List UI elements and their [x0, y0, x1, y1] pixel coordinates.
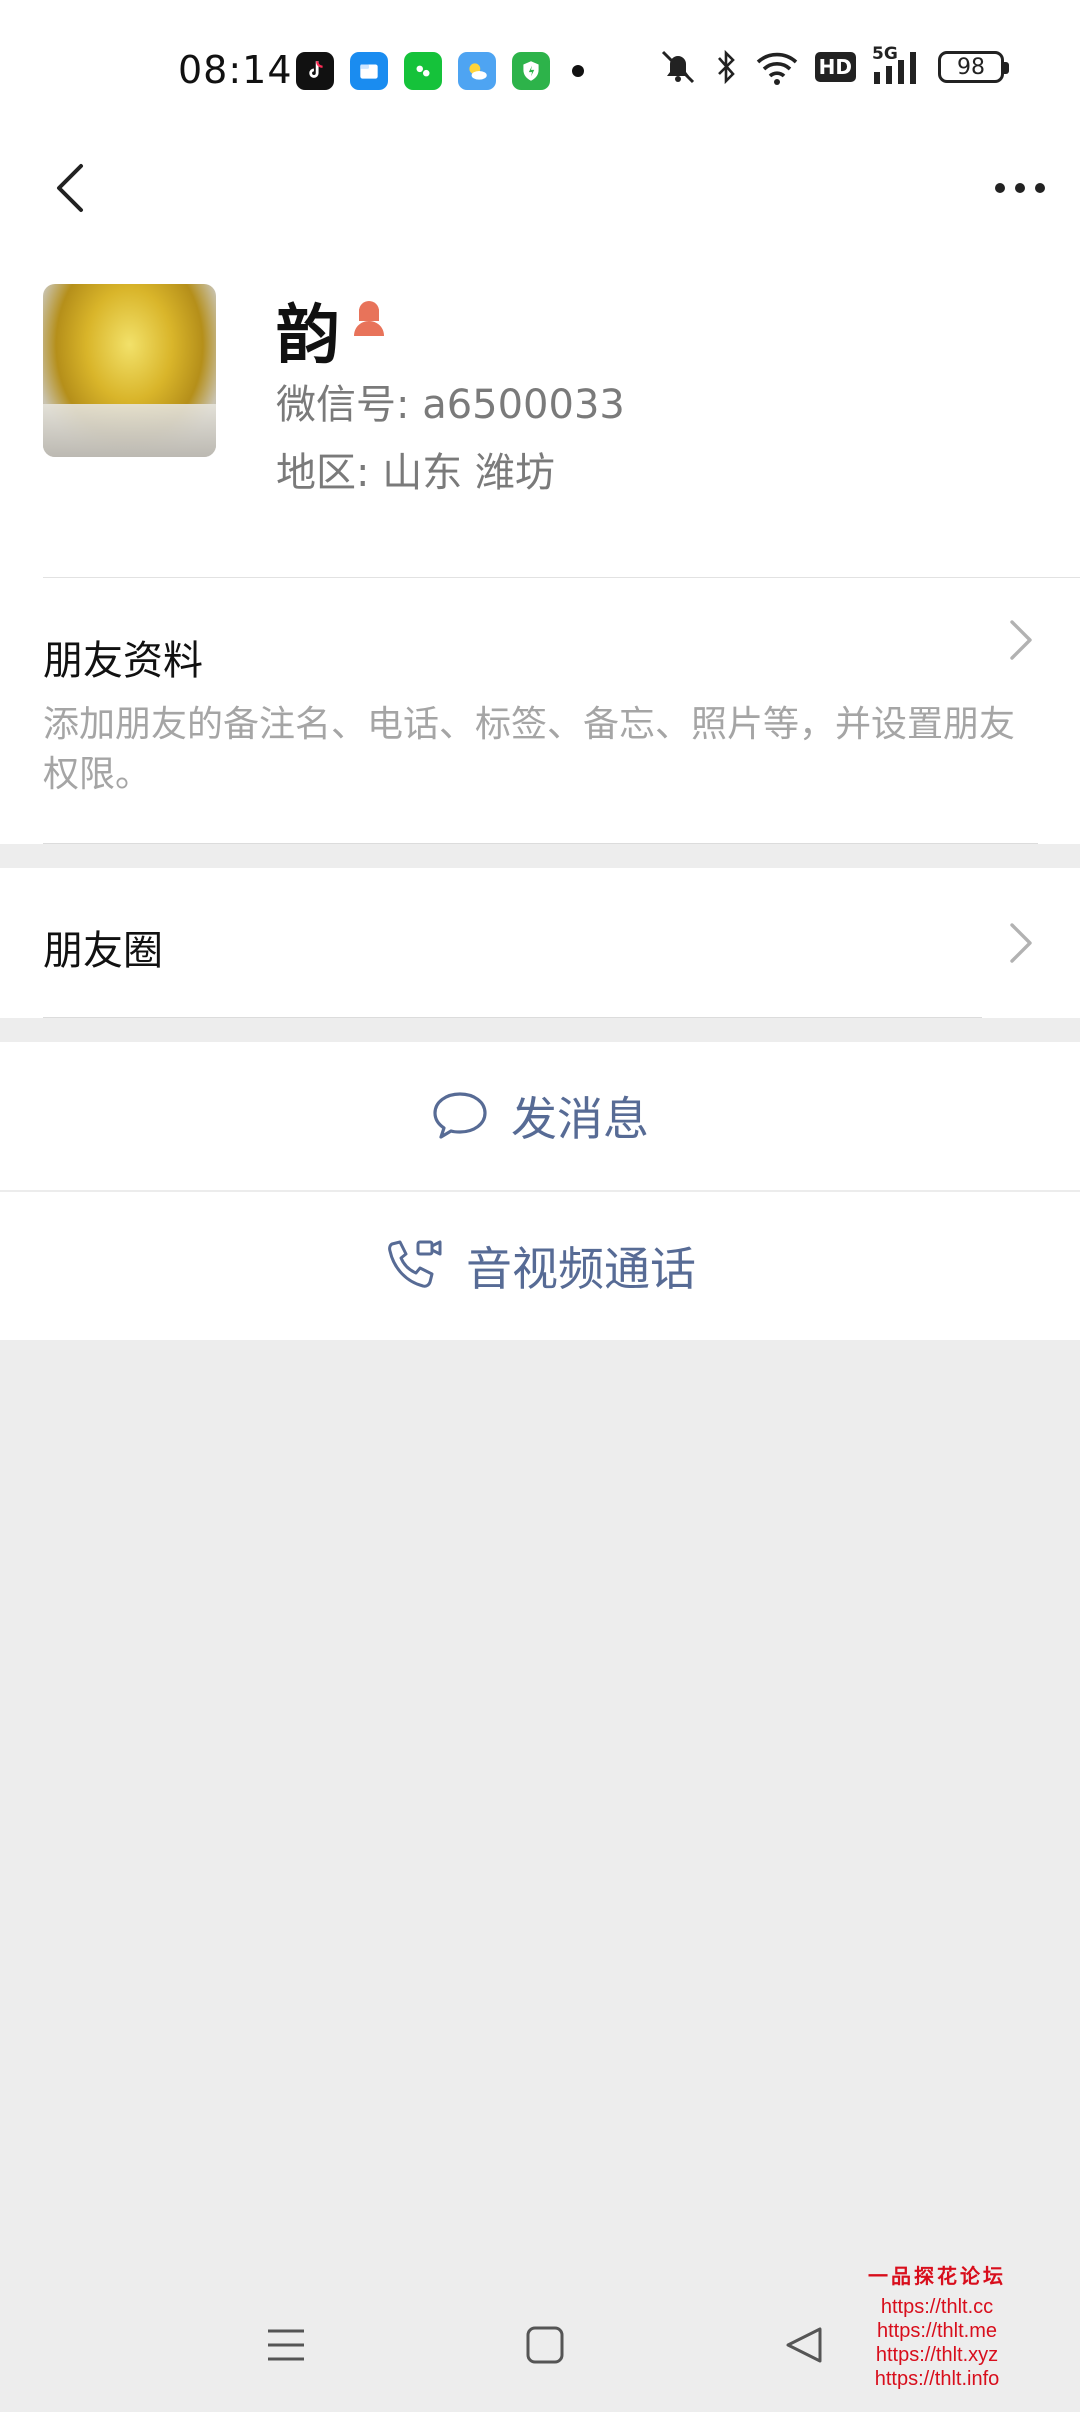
status-time: 08:14	[178, 48, 293, 92]
divider	[43, 1017, 982, 1018]
nav-bar	[0, 140, 1080, 260]
avatar[interactable]	[43, 284, 216, 457]
chevron-right-icon	[1010, 620, 1032, 660]
files-icon	[350, 52, 388, 90]
menu-lines-icon	[268, 2329, 304, 2361]
home-square-icon	[526, 2326, 564, 2364]
douyin-icon	[296, 52, 334, 90]
recent-apps-button[interactable]	[251, 2310, 321, 2380]
video-call-button[interactable]: 音视频通话	[0, 1192, 1080, 1340]
wechat-id: 微信号: a6500033	[276, 382, 625, 428]
security-icon	[512, 52, 550, 90]
video-call-label: 音视频通话	[466, 1242, 696, 1296]
friend-info-title: 朋友资料	[43, 638, 203, 684]
avatar-image-detail	[43, 404, 216, 457]
status-system-icons: HD 5G 98	[657, 44, 1009, 86]
friend-info-cell[interactable]: 朋友资料 添加朋友的备注名、电话、标签、备忘、照片等，并设置朋友权限。	[0, 578, 1080, 844]
more-dots-icon	[995, 183, 1045, 193]
chat-bubble-icon	[433, 1092, 487, 1139]
chevron-left-icon	[57, 164, 83, 212]
mute-bell-icon	[657, 48, 699, 86]
more-button[interactable]	[980, 154, 1060, 222]
watermark-title: 一品探花论坛	[868, 2264, 1006, 2288]
region: 地区: 山东 潍坊	[276, 450, 555, 496]
back-button[interactable]	[30, 148, 110, 228]
status-bar: 08:14 HD 5G 98	[0, 0, 1080, 140]
weather-icon	[458, 52, 496, 90]
wifi-icon	[755, 48, 799, 86]
watermark-link: https://thlt.cc	[880, 2296, 994, 2318]
signal-icon: 5G	[872, 44, 922, 86]
friend-info-description: 添加朋友的备注名、电话、标签、备忘、照片等，并设置朋友权限。	[43, 704, 1016, 795]
bluetooth-icon	[715, 48, 739, 86]
watermark: 一品探花论坛 https://thlt.cc https://thlt.me h…	[852, 2260, 1022, 2391]
send-message-button[interactable]: 发消息	[0, 1042, 1080, 1190]
profile-header: 韵 微信号: a6500033 地区: 山东 潍坊	[0, 260, 1080, 578]
battery-level: 98	[957, 54, 985, 80]
watermark-link: https://thlt.info	[874, 2368, 1000, 2390]
home-button[interactable]	[510, 2310, 580, 2380]
contact-name: 韵	[276, 299, 340, 373]
wechat-mini-icon	[404, 52, 442, 90]
moments-title: 朋友圈	[43, 928, 163, 974]
send-message-label: 发消息	[511, 1092, 649, 1146]
system-back-button[interactable]	[769, 2310, 839, 2380]
watermark-link: https://thlt.xyz	[875, 2344, 999, 2366]
divider	[43, 843, 1038, 844]
battery-icon: 98	[938, 51, 1009, 83]
status-app-icons	[296, 52, 584, 90]
moments-cell[interactable]: 朋友圈	[0, 868, 1080, 1018]
contact-profile-page: 08:14 HD 5G 98 韵 微信号: a6500033 地区: 山东 潍坊…	[0, 0, 1080, 2412]
triangle-back-icon	[786, 2327, 822, 2363]
female-icon	[354, 301, 384, 336]
chevron-right-icon	[1010, 923, 1032, 963]
watermark-link: https://thlt.me	[876, 2320, 998, 2342]
hd-badge: HD	[814, 52, 856, 82]
notification-dot-icon	[572, 65, 584, 77]
phone-video-icon	[388, 1240, 442, 1288]
